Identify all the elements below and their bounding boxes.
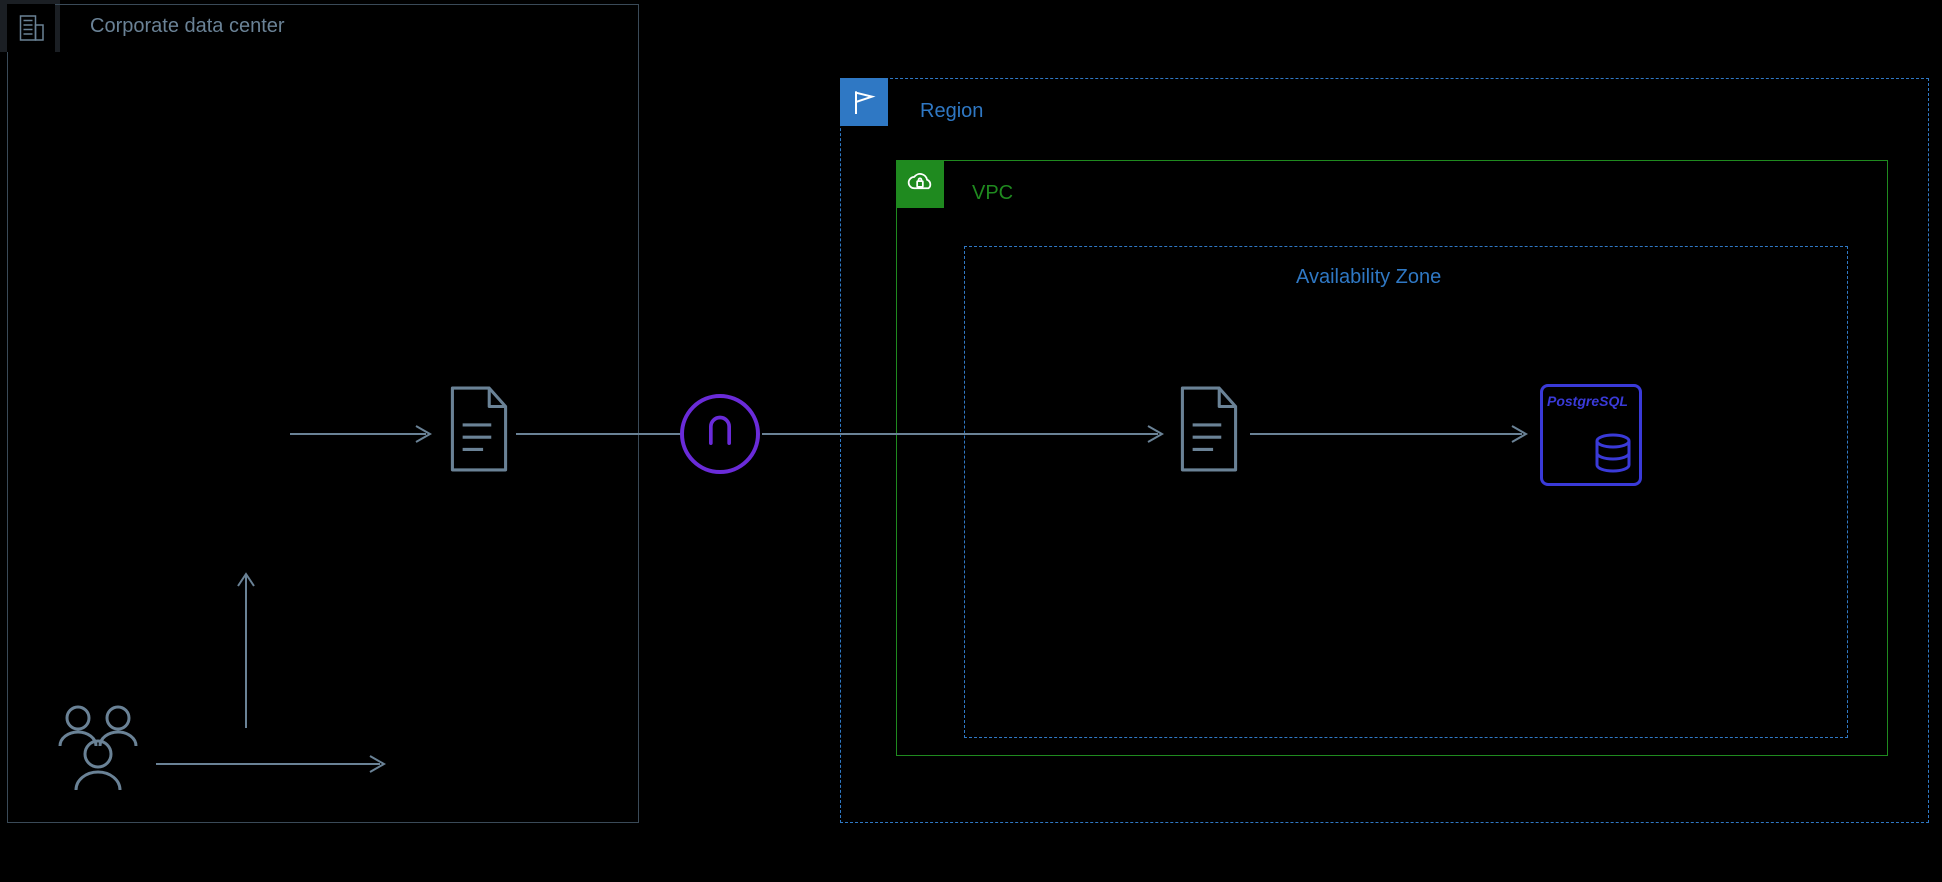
arrow-icon bbox=[290, 424, 436, 449]
document-icon bbox=[1176, 384, 1242, 474]
availability-zone-label: Availability Zone bbox=[1296, 266, 1441, 289]
users-icon bbox=[48, 700, 148, 801]
vpc-cloud-icon bbox=[896, 160, 944, 208]
postgresql-database-icon: PostgreSQL bbox=[1540, 384, 1642, 486]
architecture-diagram: Corporate data center aws Region VPC bbox=[0, 0, 1942, 882]
availability-zone-box bbox=[964, 246, 1848, 738]
building-icon bbox=[7, 4, 55, 52]
arrow-icon bbox=[762, 424, 1168, 449]
arrow-icon bbox=[1250, 424, 1532, 449]
document-icon bbox=[446, 384, 512, 474]
arrow-icon bbox=[236, 568, 256, 733]
region-label: Region bbox=[920, 100, 983, 123]
connector-line bbox=[516, 424, 682, 449]
arrow-icon bbox=[156, 754, 390, 779]
postgresql-label: PostgreSQL bbox=[1547, 393, 1628, 409]
region-flag-icon bbox=[840, 78, 888, 126]
corporate-data-center-label: Corporate data center bbox=[90, 15, 285, 38]
vpc-label: VPC bbox=[972, 182, 1013, 205]
migration-tool-icon bbox=[680, 394, 760, 474]
